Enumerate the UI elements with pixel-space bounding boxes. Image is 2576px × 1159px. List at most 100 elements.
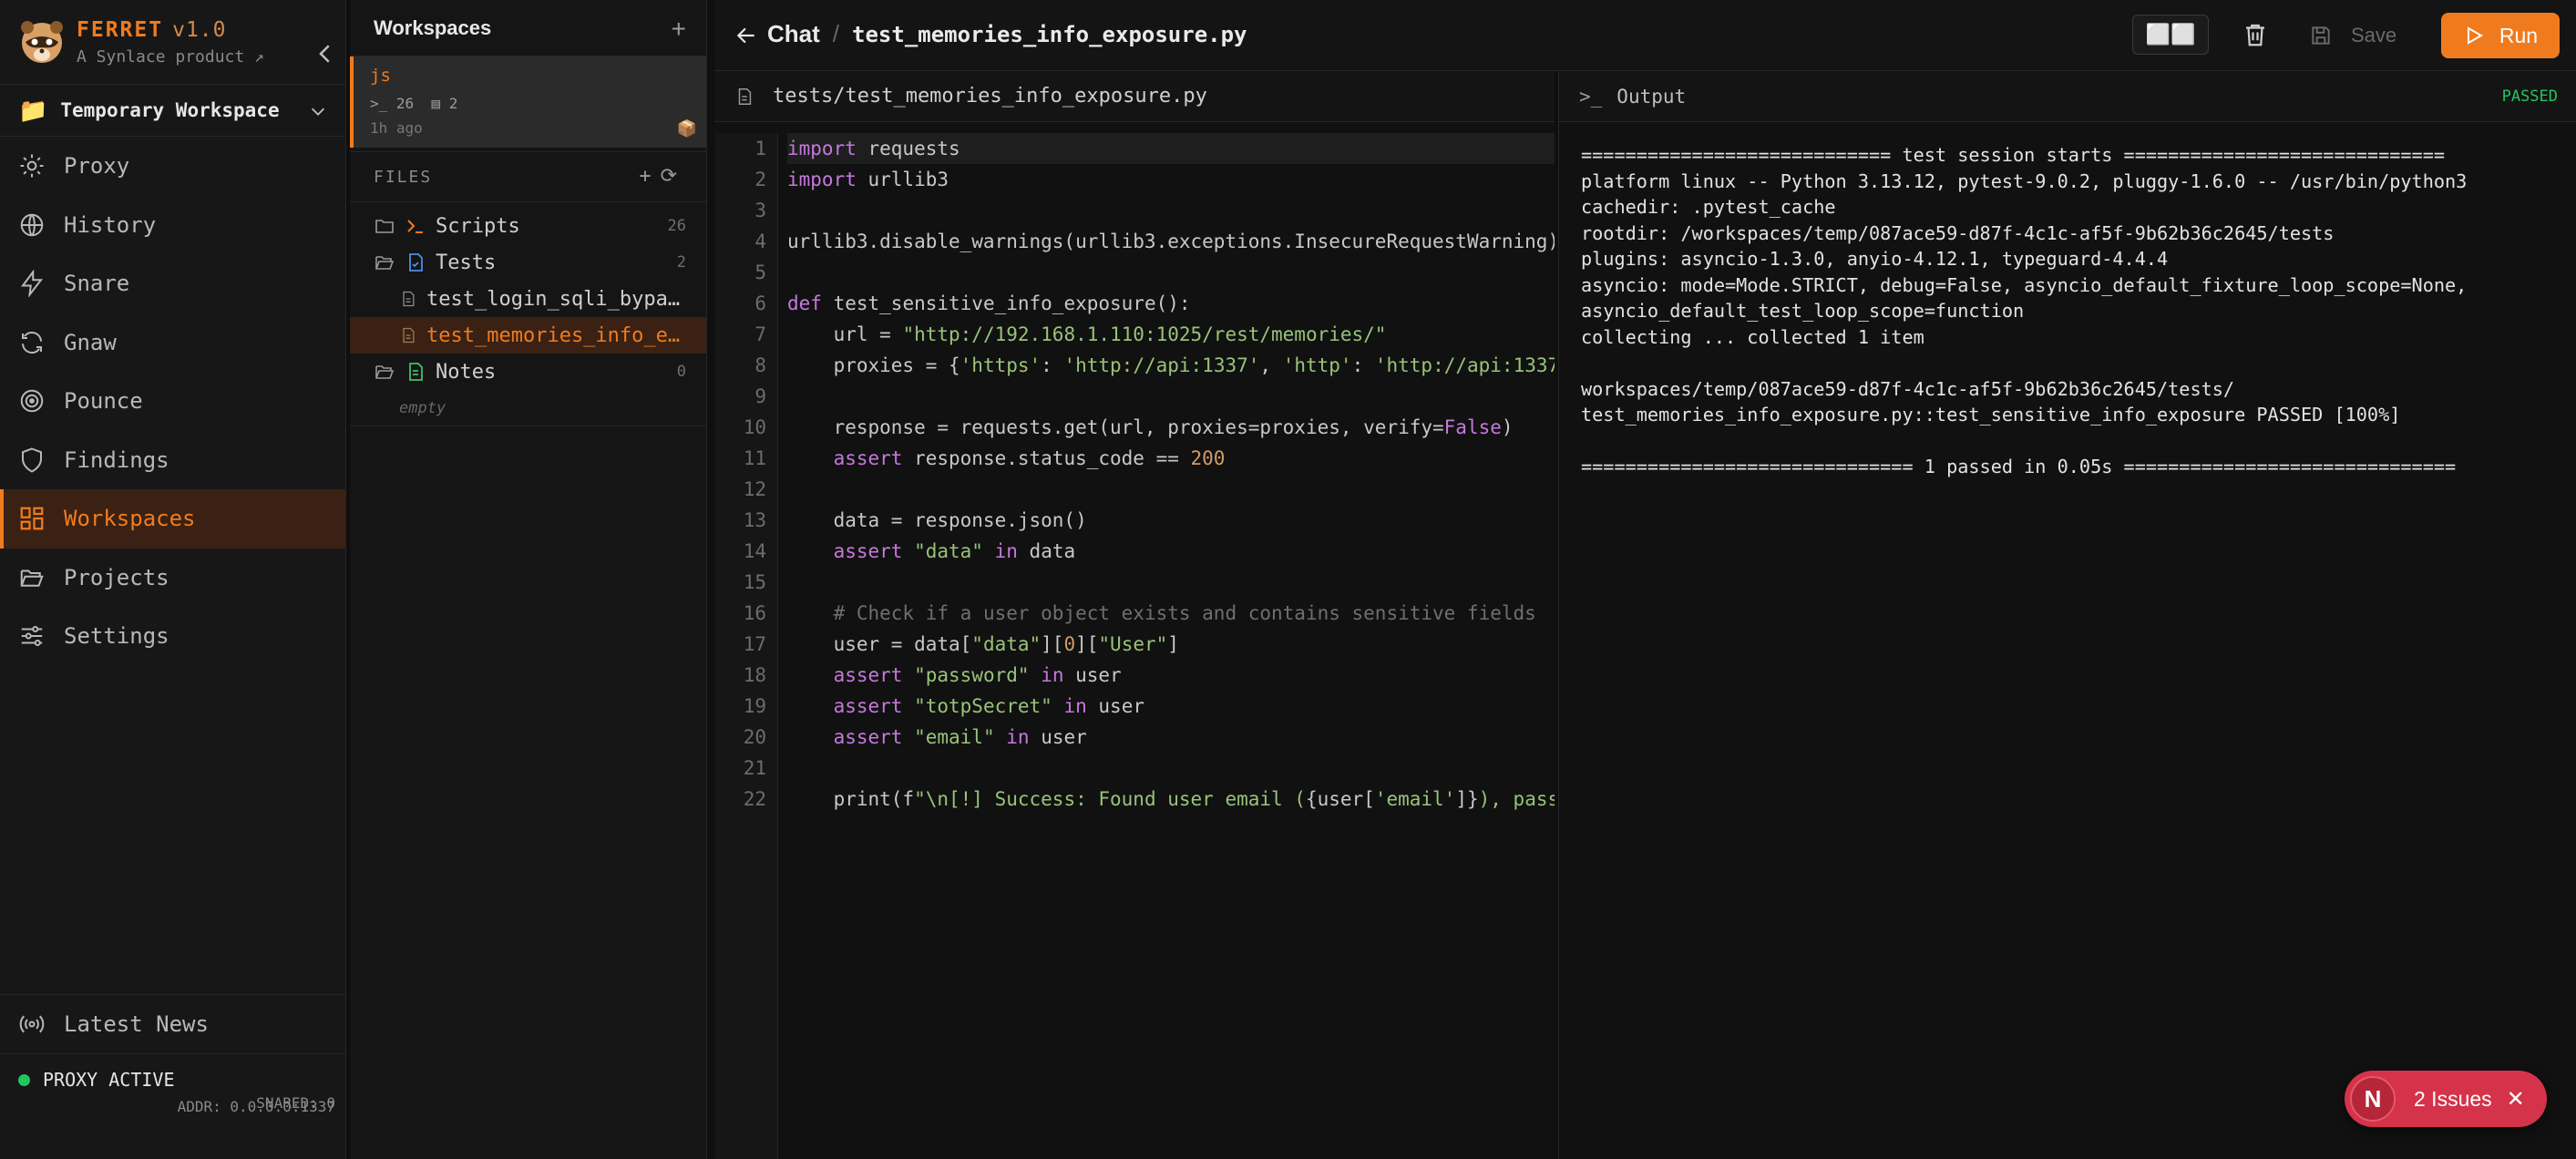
- nav-item-projects[interactable]: Projects: [0, 549, 346, 608]
- output-line: asyncio: mode=Mode.STRICT, debug=False, …: [1581, 273, 2468, 296]
- run-label: Run: [2499, 23, 2539, 47]
- tree-folder-tests[interactable]: Tests 2: [350, 244, 706, 281]
- nav-item-label: Proxy: [64, 153, 130, 179]
- tree-folder-count: 26: [667, 217, 686, 235]
- nav-item-gnaw[interactable]: Gnaw: [0, 313, 346, 373]
- workspace-meta: >_ 26 ▤ 2: [370, 95, 706, 112]
- workspaces-header: Workspaces +: [350, 0, 706, 56]
- code-line: # Check if a user object exists and cont…: [833, 602, 1536, 624]
- app-window: FERRET v1.0 A Synlace product ↗ 📁 Tempora…: [0, 0, 2576, 1159]
- run-button[interactable]: Run: [2441, 13, 2560, 58]
- refresh-files-icon[interactable]: ⟳: [661, 165, 686, 188]
- tree-folder-label: Notes: [436, 360, 497, 384]
- trash-icon[interactable]: [2242, 20, 2269, 49]
- add-workspace-icon[interactable]: +: [672, 15, 686, 44]
- editor-tab[interactable]: tests/test_memories_info_exposure.py: [714, 71, 1555, 122]
- notes-empty: empty: [350, 390, 706, 426]
- code-line: assert "password" in user: [833, 664, 1122, 686]
- nav-item-proxy[interactable]: Proxy: [0, 137, 346, 196]
- workspace-updated: 1h ago: [370, 119, 423, 137]
- play-icon: [2467, 26, 2483, 45]
- code-editor: tests/test_memories_info_exposure.py 12 3…: [714, 71, 1555, 1159]
- nav-item-history[interactable]: History: [0, 196, 346, 255]
- workspace-card[interactable]: js >_ 26 ▤ 2 1h ago 📦: [350, 56, 706, 148]
- nav-item-pounce[interactable]: Pounce: [0, 372, 346, 431]
- layout-toggle-button[interactable]: ⬜⬜: [2132, 15, 2209, 55]
- files-title: FILES: [374, 167, 433, 187]
- folder-open-icon: [375, 256, 395, 270]
- editor-body[interactable]: 1 2 3 4 5 6 7 8 9 10 11 12 13 14 15 16 17 18 19 20 21 22 impo…: [714, 133, 1555, 1159]
- line-number: 8: [754, 354, 766, 376]
- issues-badge[interactable]: N 2 Issues ✕: [2345, 1071, 2547, 1127]
- file-icon: [738, 87, 752, 105]
- nav-item-snare[interactable]: Snare: [0, 254, 346, 313]
- line-number: 14: [743, 540, 766, 562]
- nav-item-label: Findings: [64, 446, 169, 473]
- save-button[interactable]: Save: [2309, 16, 2396, 55]
- nav-item-label: Workspaces: [64, 506, 196, 532]
- tree-folder-notes[interactable]: Notes 0: [350, 354, 706, 390]
- line-number: 19: [743, 695, 766, 717]
- workspace-name: js: [370, 66, 391, 86]
- code-line: user = data["data"][0]["User"]: [787, 633, 1179, 655]
- output-panel: >_ Output PASSED =======================…: [1558, 71, 2576, 1159]
- workspace-selector[interactable]: 📁 Temporary Workspace: [0, 84, 346, 137]
- breadcrumb-chat[interactable]: Chat: [767, 20, 820, 47]
- proxy-status: PROXY ACTIVE ADDR: 0.0.0.0:1337 SNARED: …: [0, 1053, 346, 1159]
- nav-item-workspaces[interactable]: Workspaces: [0, 489, 346, 549]
- tree-folder-scripts[interactable]: Scripts 26: [350, 208, 706, 244]
- breadcrumb: Chat / test_memories_info_exposure.py: [767, 20, 1247, 48]
- line-number: 3: [754, 200, 766, 221]
- code-line: print(f"\n[!] Success: Found user email …: [787, 788, 1555, 810]
- scripts-count-icon: >_: [370, 95, 388, 112]
- code-line: response = requests.get(url, proxies=pro…: [787, 416, 1514, 438]
- nav-item-settings[interactable]: Settings: [0, 607, 346, 666]
- code-line: assert response.status_code == 200: [833, 447, 1226, 469]
- avatar: N: [2350, 1076, 2396, 1122]
- tests-count-icon: ▤: [431, 95, 441, 112]
- line-number: 9: [754, 385, 766, 407]
- tree-file-label: test_login_sqli_bypass.py: [426, 287, 682, 311]
- brand-subtitle-link[interactable]: A Synlace product ↗: [77, 47, 264, 67]
- code-area[interactable]: import requests import urllib3 urllib3.d…: [787, 133, 1555, 1159]
- main-nav: Proxy History Snare Gnaw Pounce Findings: [0, 137, 346, 666]
- proxy-snared: SNARED: 0: [256, 1094, 335, 1112]
- issues-label: 2 Issues: [2414, 1086, 2492, 1111]
- chevron-left-icon[interactable]: [312, 40, 339, 67]
- ferret-logo-icon: [21, 21, 63, 63]
- refresh-icon: [22, 331, 42, 354]
- line-number: 12: [743, 478, 766, 500]
- sliders-icon: [21, 626, 43, 647]
- workspaces-panel: Workspaces + js >_ 26 ▤ 2 1h ago 📦 FILES…: [350, 0, 707, 1159]
- gear-icon: [20, 154, 44, 178]
- output-line: cachedir: .pytest_cache: [1581, 196, 1836, 218]
- add-file-icon[interactable]: +: [639, 165, 660, 188]
- code-line: urllib3.disable_warnings(urllib3.excepti…: [787, 231, 1555, 252]
- proxy-status-text: PROXY ACTIVE: [43, 1069, 175, 1091]
- line-number: 11: [743, 447, 766, 469]
- brand-name: FERRET v1.0: [77, 18, 227, 42]
- tree-file[interactable]: test_login_sqli_bypass.py: [350, 281, 706, 317]
- workspaces-title: Workspaces: [374, 15, 492, 39]
- editor-tab-path: tests/test_memories_info_exposure.py: [773, 85, 1207, 108]
- workspace-selector-label: Temporary Workspace: [60, 99, 280, 121]
- output-title: Output: [1616, 85, 1687, 108]
- broadcast-icon: [19, 1015, 45, 1032]
- globe-icon: [20, 213, 44, 236]
- line-number: 21: [743, 757, 766, 779]
- arrow-left-icon[interactable]: [734, 24, 758, 47]
- line-number: 6: [754, 292, 766, 314]
- tree-file-selected[interactable]: test_memories_info_exposure.py: [350, 317, 706, 354]
- tree-folder-label: Scripts: [436, 214, 520, 238]
- latest-news-link[interactable]: Latest News: [0, 994, 346, 1052]
- output-line: asyncio_default_test_loop_scope=function: [1581, 300, 2025, 322]
- output-line: workspaces/temp/087ace59-d87f-4c1c-af5f-…: [1581, 377, 2235, 400]
- output-line: platform linux -- Python 3.13.12, pytest…: [1581, 169, 2468, 192]
- nav-item-label: History: [64, 211, 157, 238]
- tree-file-label: test_memories_info_exposure.py: [426, 323, 682, 347]
- folder-icon: [375, 220, 394, 233]
- close-icon[interactable]: ✕: [2507, 1086, 2525, 1113]
- nav-item-findings[interactable]: Findings: [0, 431, 346, 490]
- code-line: proxies = {'https': 'http://api:1337', '…: [787, 354, 1555, 376]
